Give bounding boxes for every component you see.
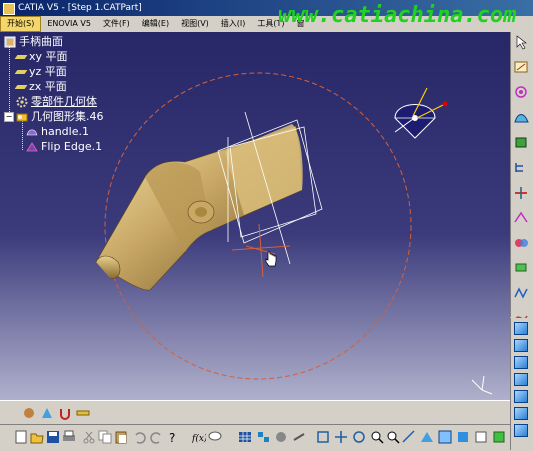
knowledge-icon[interactable] bbox=[208, 430, 222, 444]
join-icon[interactable] bbox=[513, 235, 530, 250]
multi-view-icon[interactable] bbox=[438, 430, 452, 444]
tree-root[interactable]: 手柄曲面 bbox=[4, 34, 104, 49]
3d-viewport[interactable]: 手柄曲面 xy 平面 yz 平面 zx 平面 零部件几何体 − 几何图形集.46 … bbox=[0, 32, 510, 400]
save-icon[interactable] bbox=[46, 430, 60, 444]
menu-start[interactable]: 开始(S) bbox=[0, 16, 42, 32]
menu-insert[interactable]: 插入(I) bbox=[215, 16, 252, 32]
bottom-view-icon[interactable] bbox=[514, 424, 528, 437]
front-view-icon[interactable] bbox=[514, 339, 528, 352]
shading-icon[interactable] bbox=[456, 430, 470, 444]
window-title: CATIA V5 - [Step 1.CATPart] bbox=[18, 3, 142, 13]
paste-icon[interactable] bbox=[114, 430, 128, 444]
menu-edit[interactable]: 编辑(E) bbox=[136, 16, 175, 32]
tree-plane-label: zx 平面 bbox=[29, 80, 67, 93]
print-icon[interactable] bbox=[62, 430, 76, 444]
bottom-toolbar-2: ? f(x) bbox=[0, 424, 510, 451]
measure-icon[interactable] bbox=[76, 406, 90, 420]
table-icon[interactable] bbox=[238, 430, 252, 444]
tree-feature-flip-edge[interactable]: Flip Edge.1 bbox=[4, 139, 104, 154]
svg-text:?: ? bbox=[169, 431, 175, 444]
tree-plane-label: yz 平面 bbox=[29, 65, 67, 78]
tree-root-label: 手柄曲面 bbox=[19, 35, 63, 48]
zoom-out-icon[interactable] bbox=[386, 430, 400, 444]
flip-edge-icon bbox=[26, 142, 38, 152]
redo-icon[interactable] bbox=[150, 430, 164, 444]
normal-view-icon[interactable] bbox=[402, 430, 416, 444]
help-icon[interactable]: ? bbox=[166, 430, 180, 444]
split-icon[interactable] bbox=[513, 185, 530, 200]
catalog-icon[interactable] bbox=[256, 430, 270, 444]
top-view-icon[interactable] bbox=[514, 407, 528, 420]
left-view-icon[interactable] bbox=[514, 373, 528, 386]
formula-icon[interactable]: f(x) bbox=[192, 430, 206, 444]
tree-plane-label: xy 平面 bbox=[29, 50, 68, 63]
macro-icon[interactable] bbox=[274, 430, 288, 444]
spiral-icon[interactable] bbox=[513, 85, 530, 100]
pan-icon[interactable] bbox=[334, 430, 348, 444]
right-toolbar bbox=[510, 32, 533, 424]
quick-view-icon[interactable] bbox=[420, 430, 434, 444]
menu-enovia[interactable]: ENOVIA V5 bbox=[41, 16, 97, 32]
menu-file[interactable]: 文件(F) bbox=[97, 16, 136, 32]
hide-show-icon[interactable] bbox=[474, 430, 488, 444]
cut-icon[interactable] bbox=[82, 430, 96, 444]
pointer-icon[interactable] bbox=[513, 35, 530, 50]
right-view-icon[interactable] bbox=[514, 390, 528, 403]
swap-space-icon[interactable] bbox=[492, 430, 506, 444]
rendering-icon[interactable] bbox=[40, 406, 54, 420]
specification-tree: 手柄曲面 xy 平面 yz 平面 zx 平面 零部件几何体 − 几何图形集.46 … bbox=[4, 34, 104, 154]
compass-icon[interactable] bbox=[394, 87, 448, 139]
fit-all-icon[interactable] bbox=[316, 430, 330, 444]
open-icon[interactable] bbox=[30, 430, 44, 444]
magnet-icon[interactable] bbox=[58, 406, 72, 420]
plane-icon bbox=[14, 70, 28, 74]
collapse-icon[interactable]: − bbox=[4, 112, 14, 122]
extract-icon[interactable] bbox=[513, 260, 530, 275]
iso-view-icon[interactable] bbox=[514, 322, 528, 335]
tree-feature-label: handle.1 bbox=[41, 125, 89, 138]
offset-icon[interactable] bbox=[513, 285, 530, 300]
plane-icon bbox=[14, 85, 28, 89]
zoom-in-icon[interactable] bbox=[370, 430, 384, 444]
catia-app-icon bbox=[3, 3, 15, 15]
surface-icon[interactable] bbox=[513, 110, 530, 125]
tree-feature-handle[interactable]: handle.1 bbox=[4, 124, 104, 139]
watermark: www.catiachina.com bbox=[278, 3, 517, 28]
tree-part-body[interactable]: 零部件几何体 bbox=[4, 94, 104, 109]
tree-plane-zx[interactable]: zx 平面 bbox=[4, 79, 104, 94]
tree-part-body-label: 零部件几何体 bbox=[31, 95, 97, 108]
axis-triad-icon bbox=[471, 375, 493, 395]
trim-icon[interactable] bbox=[513, 210, 530, 225]
plane-icon bbox=[14, 55, 28, 59]
geometrical-set-icon bbox=[16, 113, 28, 122]
tree-geo-set-label: 几何图形集.46 bbox=[31, 110, 104, 123]
fly-mode-icon[interactable] bbox=[292, 430, 306, 444]
svg-text:f(x): f(x) bbox=[192, 433, 206, 444]
view-cubes-toolbar bbox=[510, 318, 533, 450]
tree-feature-label: Flip Edge.1 bbox=[41, 140, 103, 153]
bottom-toolbar-1 bbox=[0, 400, 510, 425]
part-icon bbox=[4, 36, 16, 48]
rotate-view-icon[interactable] bbox=[352, 430, 366, 444]
tree-plane-yz[interactable]: yz 平面 bbox=[4, 64, 104, 79]
tree-plane-xy[interactable]: xy 平面 bbox=[4, 49, 104, 64]
surface-feature-icon bbox=[26, 129, 38, 136]
tree-geo-set[interactable]: − 几何图形集.46 bbox=[4, 109, 104, 124]
back-view-icon[interactable] bbox=[514, 356, 528, 369]
copy-icon[interactable] bbox=[98, 430, 112, 444]
fill-icon[interactable] bbox=[513, 135, 530, 150]
undo-icon[interactable] bbox=[132, 430, 146, 444]
tree-icon[interactable] bbox=[513, 160, 530, 175]
gear-icon bbox=[16, 96, 28, 108]
sketch-icon[interactable] bbox=[513, 60, 530, 75]
menu-view[interactable]: 视图(V) bbox=[175, 16, 215, 32]
new-icon[interactable] bbox=[14, 430, 28, 444]
apply-material-icon[interactable] bbox=[22, 406, 36, 420]
